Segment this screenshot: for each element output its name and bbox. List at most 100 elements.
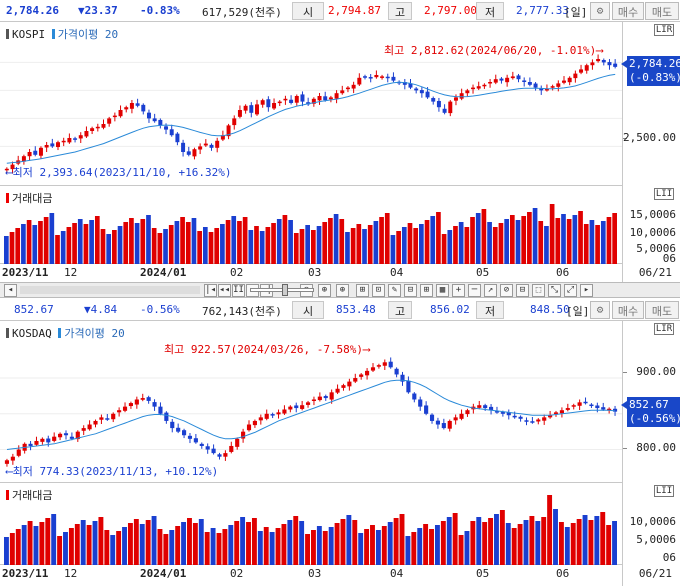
candle-body: [203, 143, 208, 146]
volume-bar: [600, 221, 606, 264]
candle-body: [524, 420, 529, 422]
volume-bar: [476, 517, 482, 565]
kosdaq-volume-panel[interactable]: 거래대금: [0, 483, 622, 565]
toolbar-button[interactable]: ⊡: [372, 284, 385, 297]
kosdaq-current-price-tag: 852.67 (-0.56%): [621, 397, 680, 427]
kosdaq-price-axis: LIR 900.00 852.67 (-0.56%) 800.00: [621, 321, 680, 483]
volume-bar: [210, 528, 216, 565]
settings-gear-icon[interactable]: ⚙: [590, 301, 610, 319]
toolbar-button[interactable]: +: [452, 284, 465, 297]
volume-bar: [83, 224, 89, 264]
candle-body: [246, 424, 252, 431]
volume-bar: [122, 527, 127, 565]
candle-body: [305, 402, 311, 405]
volume-bar: [356, 224, 362, 264]
kospi-high: 2,797.00: [424, 4, 477, 17]
kosdaq-price-panel[interactable]: KOSDAQ 가격이평 20 최고 922.57(2024/03/26, -7.…: [0, 321, 622, 483]
kosdaq-period[interactable]: [일]: [566, 303, 589, 319]
volume-bar: [234, 521, 240, 565]
candle-body: [300, 94, 305, 102]
candle-body: [264, 413, 269, 419]
kospi-price-panel[interactable]: KOSPI 가격이평 20 최고 2,812.62(2024/06/20, -1…: [0, 22, 622, 186]
candle-body: [56, 142, 60, 148]
candle-body: [414, 88, 419, 91]
toolbar-button[interactable]: ⊟: [404, 284, 417, 297]
volume-bar: [452, 513, 458, 565]
candle-body: [425, 91, 430, 98]
kosdaq-lii-toggle[interactable]: LII: [654, 485, 674, 497]
toolbar-button[interactable]: ⊞: [356, 284, 369, 297]
settings-gear-icon[interactable]: ⚙: [590, 2, 610, 20]
volume-bar: [350, 228, 356, 264]
candle-body: [217, 454, 222, 457]
candle-body: [542, 417, 547, 421]
volume-bar: [405, 536, 411, 565]
volume-bar: [515, 220, 521, 264]
scrollbar-track[interactable]: [20, 286, 200, 294]
volume-bar: [293, 233, 299, 264]
toolbar-button[interactable]: ▸: [580, 284, 593, 297]
toolbar-button[interactable]: ◂◂: [218, 284, 231, 297]
candle-body: [255, 104, 259, 115]
volume-bar: [470, 521, 476, 565]
kosdaq-high: 856.02: [430, 303, 470, 316]
kosdaq-change: ▼4.84: [84, 303, 118, 316]
toolbar-button[interactable]: ⊘: [500, 284, 513, 297]
volume-bar: [373, 221, 379, 264]
toolbar-button[interactable]: ▦: [436, 284, 449, 297]
toolbar-button[interactable]: ⤢: [564, 284, 577, 297]
buy-button[interactable]: 매수: [612, 301, 644, 319]
candle-body: [146, 397, 151, 401]
candle-body: [232, 118, 237, 126]
candle-body: [289, 99, 294, 103]
candle-body: [359, 374, 364, 377]
volume-bar: [39, 522, 45, 565]
toolbar-button[interactable]: ⊟: [516, 284, 529, 297]
toolbar-button[interactable]: ⬚: [532, 284, 545, 297]
kospi-period[interactable]: [일]: [564, 4, 587, 20]
candle-body: [266, 99, 271, 108]
toolbar-button[interactable]: ⊞: [420, 284, 433, 297]
toolbar-button[interactable]: ─: [468, 284, 481, 297]
candle-body: [500, 412, 505, 414]
toolbar-button[interactable]: ↗: [484, 284, 497, 297]
toolbar-button[interactable]: ⤡: [548, 284, 561, 297]
kospi-lir-toggle[interactable]: LIR: [654, 24, 674, 36]
volume-bar: [555, 218, 561, 264]
volume-bar: [198, 519, 204, 565]
volume-bar: [145, 520, 151, 565]
volume-bar: [240, 517, 246, 565]
toolbar-button[interactable]: ◂: [4, 284, 17, 297]
volume-bar: [535, 521, 541, 565]
volume-bar: [424, 220, 430, 264]
volume-bar: [523, 520, 529, 565]
sell-button[interactable]: 매도: [645, 2, 679, 20]
candle-body: [158, 406, 163, 414]
toolbar-button[interactable]: II: [232, 284, 245, 297]
zoom-slider-handle[interactable]: [282, 284, 288, 296]
candle-body: [559, 410, 564, 414]
candle-body: [105, 418, 110, 420]
kospi-lii-toggle[interactable]: LII: [654, 188, 674, 200]
volume-bar: [311, 530, 316, 565]
volume-bar: [222, 529, 228, 565]
kosdaq-lir-toggle[interactable]: LIR: [654, 323, 674, 335]
volume-bar: [561, 214, 566, 264]
kosdaq-ytick: 900.00: [636, 365, 676, 378]
volume-bar: [86, 525, 92, 565]
candle-body: [87, 424, 92, 430]
buy-button[interactable]: 매수: [612, 2, 644, 20]
sell-button[interactable]: 매도: [645, 301, 679, 319]
toolbar-button[interactable]: |◂: [204, 284, 217, 297]
candle-body: [193, 438, 198, 443]
volume-bar: [89, 220, 94, 264]
volume-bar: [381, 526, 387, 565]
candle-body: [595, 405, 600, 409]
toolbar-button[interactable]: ✎: [388, 284, 401, 297]
toolbar-button[interactable]: ⊕: [318, 284, 331, 297]
candle-body: [107, 118, 112, 124]
kospi-x-right: 06/21: [622, 264, 680, 282]
kospi-volume-panel[interactable]: 거래대금: [0, 186, 622, 264]
toolbar-button[interactable]: ⊕: [336, 284, 349, 297]
volume-bar: [299, 229, 305, 264]
